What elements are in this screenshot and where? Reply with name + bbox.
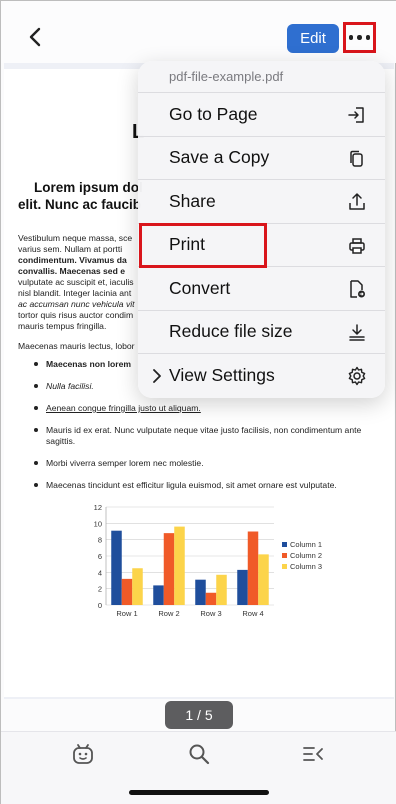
menu-item-view-settings[interactable]: View Settings — [138, 354, 385, 398]
share-icon — [346, 191, 368, 213]
menu-item-save-a-copy[interactable]: Save a Copy — [138, 137, 385, 180]
convert-icon — [346, 278, 368, 300]
chart-xtick-label: Row 4 — [242, 609, 263, 618]
chart-legend-swatch — [282, 553, 287, 558]
chart-ytick-label: 2 — [98, 585, 102, 594]
menu-item-label: Share — [169, 190, 216, 211]
chart-bar — [205, 592, 217, 605]
chevron-left-icon — [29, 27, 41, 47]
chart-bar — [132, 568, 143, 605]
menu-item-label: View Settings — [169, 365, 275, 386]
chart-bar — [216, 574, 227, 605]
list-item: Morbi viverra semper lorem nec molestie. — [34, 458, 386, 469]
chevron-right-icon — [153, 369, 161, 383]
menu-item-label: Save a Copy — [169, 147, 270, 168]
list-item: Maecenas tincidunt est efficitur ligula … — [34, 480, 386, 491]
search-icon[interactable] — [185, 740, 213, 768]
chart-xtick-label: Row 2 — [158, 609, 179, 618]
chart-legend-swatch — [282, 542, 287, 547]
chart-legend-label: Column 2 — [290, 551, 322, 560]
chart-xtick-label: Row 3 — [200, 609, 221, 618]
menu-item-go-to-page[interactable]: Go to Page — [138, 93, 385, 137]
more-options-button[interactable] — [343, 22, 376, 53]
chart-bar — [121, 578, 133, 605]
chart-ytick-label: 4 — [98, 568, 102, 577]
bar-chart-svg: 0 2 4 6 8 10 12 Row 1 Row 2 Row 3 Row 4 Column 1 Col… — [94, 503, 322, 618]
copy-icon — [346, 148, 368, 170]
assistant-bot-icon[interactable] — [69, 740, 97, 768]
menu-item-label: Reduce file size — [169, 321, 293, 342]
more-dot — [357, 35, 362, 40]
page-indicator: 1 / 5 — [165, 701, 233, 729]
more-dot — [348, 35, 354, 40]
chart-bar — [237, 569, 248, 605]
chart-legend-label: Column 1 — [290, 540, 322, 549]
edit-button[interactable]: Edit — [287, 24, 339, 53]
more-dot — [365, 35, 371, 40]
top-bar: Edit — [1, 1, 396, 63]
list-item: Aenean congue fringilla justo ut aliquam… — [34, 403, 386, 414]
chart-bar — [153, 585, 164, 605]
chart-bar — [163, 533, 175, 605]
chart-ytick-label: 10 — [94, 519, 102, 528]
page-divider — [4, 697, 394, 699]
printer-icon — [346, 235, 368, 257]
chart-bar — [174, 526, 185, 605]
chart-bar — [111, 530, 122, 605]
print-highlight-box — [139, 223, 267, 268]
menu-item-convert[interactable]: Convert — [138, 267, 385, 311]
chart-ytick-label: 6 — [98, 552, 102, 561]
chart-legend-swatch — [282, 564, 287, 569]
chart-ytick-label: 8 — [98, 536, 102, 545]
chart-xtick-label: Row 1 — [116, 609, 137, 618]
chart-bar — [247, 531, 259, 605]
outline-list-icon[interactable] — [299, 740, 327, 768]
chart-bar — [258, 554, 269, 605]
menu-item-share[interactable]: Share — [138, 180, 385, 224]
reduce-size-icon — [346, 322, 368, 344]
settings-icon — [346, 365, 368, 387]
chart-ytick-label: 12 — [94, 503, 102, 512]
back-button[interactable] — [23, 25, 47, 49]
go-to-page-icon — [346, 104, 368, 126]
menu-item-reduce-file-size[interactable]: Reduce file size — [138, 311, 385, 354]
list-item: Mauris id ex erat. Nunc vulputate neque … — [34, 425, 386, 447]
chart-bar — [195, 579, 206, 605]
menu-file-name: pdf-file-example.pdf — [138, 61, 385, 93]
chart-legend-label: Column 3 — [290, 562, 322, 571]
app-frame: Edit L Lorem ipsum dol elit. Nunc ac fau… — [0, 0, 396, 804]
bar-chart: 0 2 4 6 8 10 12 Row 1 Row 2 Row 3 Row 4 Column 1 Col… — [82, 501, 342, 631]
menu-item-label: Convert — [169, 277, 231, 298]
home-indicator — [129, 790, 269, 795]
menu-item-label: Go to Page — [169, 103, 258, 124]
chart-ytick-label: 0 — [98, 601, 102, 610]
bottom-nav — [1, 731, 396, 804]
